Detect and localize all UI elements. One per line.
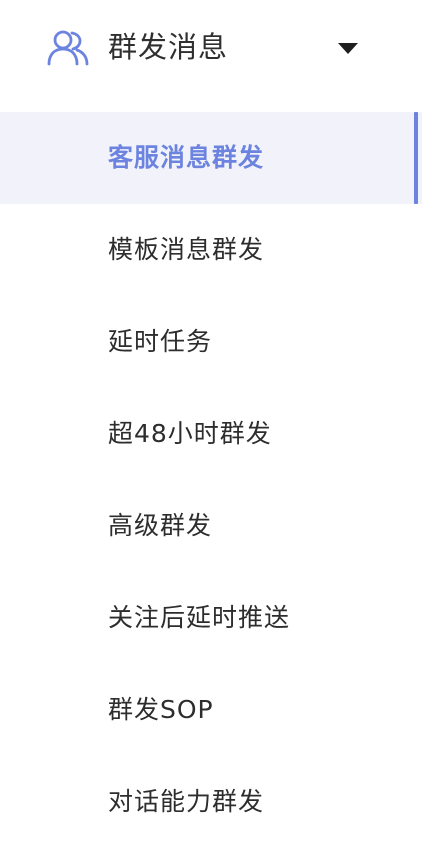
sidebar-menu: 群发消息 客服消息群发 模板消息群发 延时任务 超48小时群发 高级群发 关注后…: [0, 0, 422, 846]
menu-item-broadcast-sop[interactable]: 群发SOP: [0, 664, 422, 756]
menu-item-label: 高级群发: [108, 511, 213, 540]
menu-item-label: 延时任务: [108, 327, 213, 356]
menu-item-template-broadcast[interactable]: 模板消息群发: [0, 204, 422, 296]
menu-item-label: 对话能力群发: [108, 787, 265, 816]
group-title: 群发消息: [108, 30, 229, 64]
menu-item-label: 群发SOP: [108, 695, 214, 724]
menu-item-label: 客服消息群发: [108, 143, 265, 172]
menu-item-advanced-broadcast[interactable]: 高级群发: [0, 480, 422, 572]
caret-down-icon: [338, 43, 358, 54]
submenu-list: 客服消息群发 模板消息群发 延时任务 超48小时群发 高级群发 关注后延时推送 …: [0, 112, 422, 846]
menu-item-label: 模板消息群发: [108, 235, 265, 264]
active-indicator: [414, 112, 418, 204]
group-header-mass-message[interactable]: 群发消息: [0, 0, 422, 96]
menu-item-follow-delayed-push[interactable]: 关注后延时推送: [0, 572, 422, 664]
menu-item-dialog-broadcast[interactable]: 对话能力群发: [0, 756, 422, 846]
menu-item-label: 超48小时群发: [108, 419, 272, 448]
users-icon: [47, 30, 89, 66]
menu-item-label: 关注后延时推送: [108, 603, 291, 632]
menu-item-delayed-task[interactable]: 延时任务: [0, 296, 422, 388]
menu-item-over-48h-broadcast[interactable]: 超48小时群发: [0, 388, 422, 480]
menu-item-customer-service-broadcast[interactable]: 客服消息群发: [0, 112, 422, 204]
